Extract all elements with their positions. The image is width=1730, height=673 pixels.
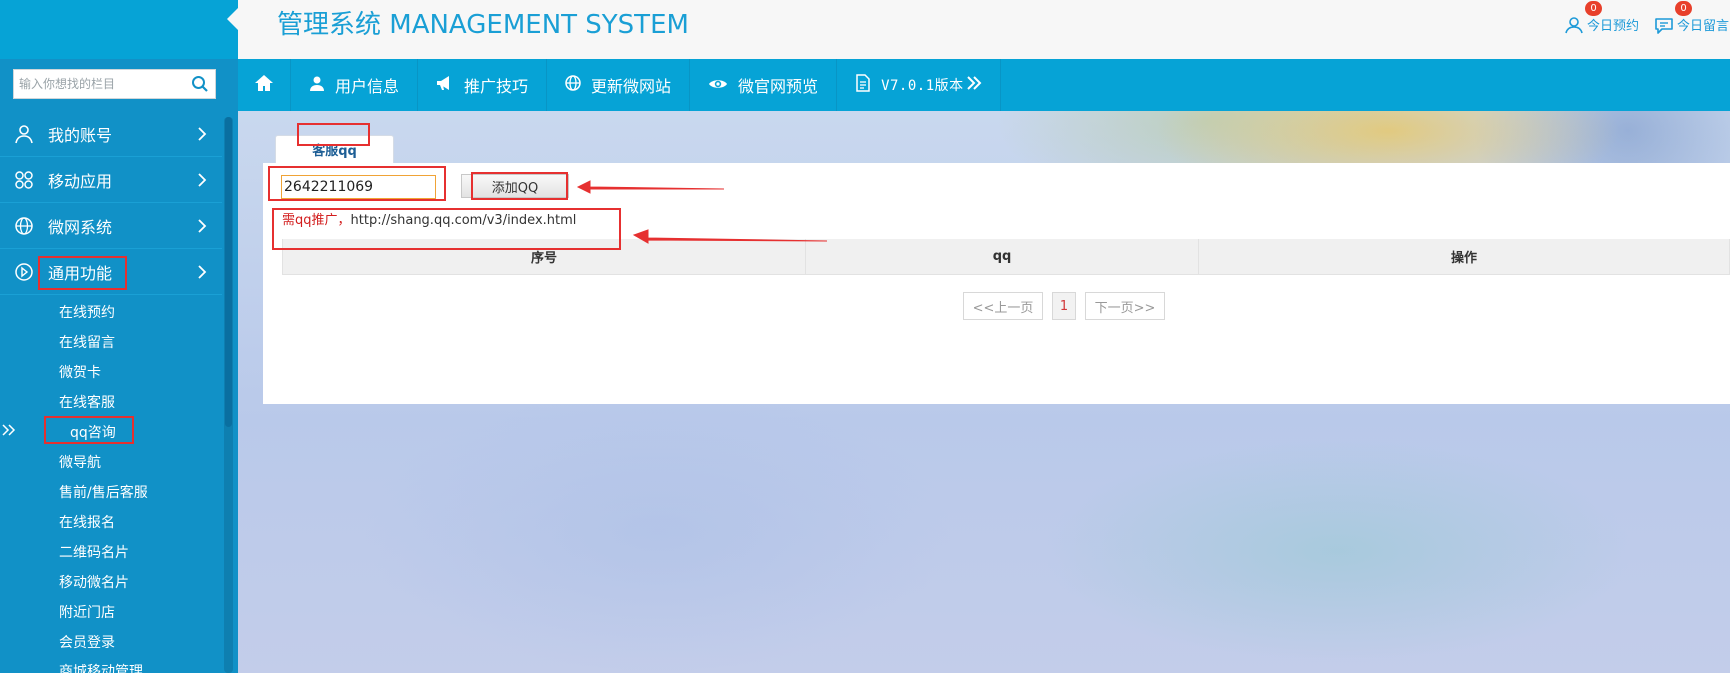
submenu-qr-card[interactable]: 二维码名片 — [59, 542, 129, 562]
nav-version[interactable]: V7.0.1版本 — [837, 59, 1001, 111]
apps-icon — [0, 170, 48, 190]
globe-icon — [565, 75, 581, 95]
next-page-button[interactable]: 下一页>> — [1085, 292, 1165, 320]
sidebar-menu-label: 我的账号 — [48, 125, 113, 145]
search-icon[interactable] — [185, 70, 215, 98]
nav-home[interactable] — [238, 59, 291, 111]
submenu-mobile-card[interactable]: 移动微名片 — [59, 572, 129, 592]
promo-prefix: 需qq推广， — [282, 213, 351, 228]
double-chevron-right-icon — [966, 75, 982, 95]
nav-update-site[interactable]: 更新微网站 — [547, 59, 691, 111]
chevron-right-icon — [182, 218, 222, 233]
chevron-right-icon — [182, 172, 222, 187]
megaphone-icon — [436, 75, 454, 95]
collapse-sidebar-icon[interactable] — [2, 421, 16, 440]
chevron-right-icon — [182, 264, 222, 279]
system-title: 管理系统 MANAGEMENT SYSTEM — [277, 10, 689, 40]
qq-number-input[interactable] — [281, 175, 436, 199]
eye-icon — [708, 76, 728, 95]
prev-page-button[interactable]: <<上一页 — [963, 292, 1043, 320]
sidebar: 我的账号 移动应用 微网系统 通用功能 在线预约 在线留言 微贺卡 在线客服 q… — [0, 59, 238, 673]
submenu-online-booking[interactable]: 在线预约 — [59, 302, 115, 322]
submenu-online-signup[interactable]: 在线报名 — [59, 512, 115, 532]
today-appointments-link[interactable]: 0 今日预约 — [1564, 0, 1640, 34]
play-circle-icon — [0, 262, 48, 282]
qq-panel: 添加QQ 需qq推广，http://shang.qq.com/v3/index.… — [263, 163, 1730, 404]
column-header-qq: qq — [805, 239, 1199, 275]
column-header-actions: 操作 — [1198, 239, 1730, 275]
sidebar-menu-mobile-apps[interactable]: 移动应用 — [0, 157, 222, 203]
submenu-online-service[interactable]: 在线客服 — [59, 392, 115, 412]
globe-icon — [0, 216, 48, 236]
nav-promo-tips-label: 推广技巧 — [464, 77, 529, 96]
submenu-member-login[interactable]: 会员登录 — [59, 632, 115, 652]
promo-url[interactable]: http://shang.qq.com/v3/index.html — [351, 213, 577, 228]
submenu-mall-mobile[interactable]: 商城移动管理 — [59, 661, 143, 673]
column-header-index: 序号 — [282, 239, 806, 275]
nav-update-site-label: 更新微网站 — [591, 77, 672, 96]
sidebar-menu-label: 微网系统 — [48, 217, 113, 237]
submenu-qq-consult[interactable]: qq咨询 — [70, 422, 116, 442]
nav-user-info[interactable]: 用户信息 — [291, 59, 419, 111]
today-messages-link[interactable]: 0 今日留言 — [1654, 0, 1730, 34]
chat-bubble-icon: 0 — [1654, 0, 1692, 34]
logo-notch — [227, 8, 238, 30]
submenu-nearby-stores[interactable]: 附近门店 — [59, 602, 115, 622]
sidebar-menu-micro-site[interactable]: 微网系统 — [0, 203, 222, 249]
nav-version-label: V7.0.1版本 — [881, 78, 964, 94]
appointments-badge: 0 — [1585, 0, 1602, 16]
messages-badge: 0 — [1675, 0, 1692, 16]
top-nav: 用户信息 推广技巧 更新微网站 微官网预览 V7.0.1版本 — [238, 59, 1730, 111]
nav-promo-tips[interactable]: 推广技巧 — [418, 59, 548, 111]
nav-site-preview-label: 微官网预览 — [738, 77, 819, 96]
sidebar-menu-label: 通用功能 — [48, 263, 113, 283]
home-icon — [254, 74, 274, 96]
submenu-pre-after-sales[interactable]: 售前/售后客服 — [59, 482, 148, 502]
chevron-right-icon — [182, 126, 222, 141]
submenu-greeting-card[interactable]: 微贺卡 — [59, 362, 101, 382]
logo-area — [0, 0, 238, 59]
user-icon — [309, 75, 325, 95]
qq-table: 序号 qq 操作 — [282, 239, 1730, 275]
sidebar-menu-label: 移动应用 — [48, 171, 113, 191]
promo-note: 需qq推广，http://shang.qq.com/v3/index.html — [282, 209, 576, 228]
submenu-micro-nav[interactable]: 微导航 — [59, 452, 101, 472]
tab-service-qq[interactable]: 客服qq — [275, 135, 394, 163]
sidebar-menu-my-account[interactable]: 我的账号 — [0, 111, 222, 157]
page-number-button[interactable]: 1 — [1052, 292, 1076, 320]
pagination: <<上一页 1 下一页>> — [263, 292, 1730, 320]
main-content: 客服qq 添加QQ 需qq推广，http://shang.qq.com/v3/i… — [238, 111, 1730, 673]
user-icon — [0, 124, 48, 144]
user-icon: 0 — [1564, 0, 1602, 34]
today-appointments-label: 今日预约 — [1587, 19, 1640, 34]
sidebar-search-input[interactable] — [14, 70, 185, 98]
nav-site-preview[interactable]: 微官网预览 — [690, 59, 838, 111]
add-qq-button[interactable]: 添加QQ — [461, 174, 569, 198]
submenu-online-message[interactable]: 在线留言 — [59, 332, 115, 352]
today-messages-label: 今日留言 — [1677, 19, 1730, 34]
sidebar-scrollbar-thumb[interactable] — [225, 117, 232, 427]
document-icon — [855, 74, 871, 96]
nav-user-info-label: 用户信息 — [335, 77, 400, 96]
table-header-row: 序号 qq 操作 — [282, 239, 1730, 275]
sidebar-menu-common-functions[interactable]: 通用功能 — [0, 249, 222, 295]
sidebar-search — [13, 69, 216, 99]
